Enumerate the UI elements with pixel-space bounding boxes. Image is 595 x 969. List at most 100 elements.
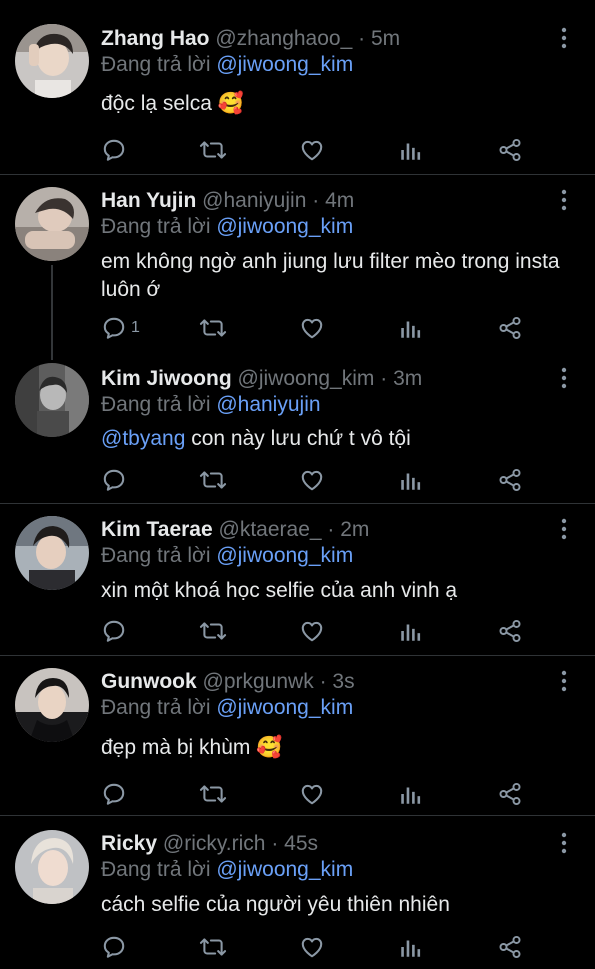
replying-to: Đang trả lời @haniyujin [101, 392, 321, 418]
avatar[interactable] [15, 187, 89, 261]
reply-button[interactable] [101, 781, 131, 807]
thread-line [51, 265, 53, 360]
retweet-icon [199, 934, 227, 960]
retweet-button[interactable] [199, 137, 227, 163]
replying-to-mention[interactable]: @haniyujin [216, 393, 320, 416]
more-options-icon[interactable] [556, 669, 572, 693]
tweet-header: Gunwook @prkgunwk · 3s [101, 669, 355, 695]
like-button[interactable] [299, 137, 325, 163]
views-button[interactable] [399, 467, 423, 493]
reply-tweet[interactable]: Ricky @ricky.rich · 45s Đang trả lời @ji… [0, 816, 595, 969]
replying-to-label: Đang trả lời [101, 393, 211, 416]
tweet-header: Kim Jiwoong @jiwoong_kim · 3m [101, 366, 422, 392]
username-handle[interactable]: @jiwoong_kim [238, 367, 375, 390]
views-button[interactable] [399, 315, 423, 341]
timestamp[interactable]: 2m [340, 518, 369, 541]
replying-to-mention[interactable]: @jiwoong_kim [216, 858, 353, 881]
views-button[interactable] [399, 618, 423, 644]
reply-button[interactable] [101, 934, 131, 960]
retweet-button[interactable] [199, 467, 227, 493]
retweet-button[interactable] [199, 781, 227, 807]
share-button[interactable] [497, 315, 523, 341]
text-mention[interactable]: @tbyang [101, 427, 185, 450]
share-button[interactable] [497, 934, 523, 960]
action-bar [101, 781, 541, 807]
action-bar: 1 [101, 315, 541, 341]
share-button[interactable] [497, 467, 523, 493]
like-button[interactable] [299, 618, 325, 644]
views-icon [399, 781, 423, 807]
replying-to: Đang trả lời @jiwoong_kim [101, 52, 353, 78]
share-button[interactable] [497, 618, 523, 644]
retweet-button[interactable] [199, 315, 227, 341]
timestamp[interactable]: 45s [284, 832, 318, 855]
timestamp[interactable]: 3m [393, 367, 422, 390]
avatar[interactable] [15, 363, 89, 437]
reply-button[interactable] [101, 618, 131, 644]
replying-to: Đang trả lời @jiwoong_kim [101, 214, 353, 240]
more-options-icon[interactable] [556, 188, 572, 212]
like-button[interactable] [299, 467, 325, 493]
retweet-button[interactable] [199, 618, 227, 644]
display-name[interactable]: Han Yujin [101, 189, 196, 212]
timestamp[interactable]: 3s [332, 670, 354, 693]
timestamp[interactable]: 4m [325, 189, 354, 212]
reply-tweet[interactable]: Kim Jiwoong @jiwoong_kim · 3m Đang trả l… [0, 353, 595, 503]
views-button[interactable] [399, 781, 423, 807]
views-button[interactable] [399, 137, 423, 163]
reply-button[interactable]: 1 [101, 315, 140, 341]
display-name[interactable]: Gunwook [101, 670, 197, 693]
more-options-icon[interactable] [556, 517, 572, 541]
share-icon [497, 618, 523, 644]
username-handle[interactable]: @ktaerae_ [219, 518, 322, 541]
reply-icon [101, 934, 127, 960]
views-button[interactable] [399, 934, 423, 960]
avatar[interactable] [15, 668, 89, 742]
reply-feed: Zhang Hao @zhanghaoo_ · 5m Đang trả lời … [0, 0, 595, 969]
timestamp[interactable]: 5m [371, 27, 400, 50]
display-name[interactable]: Kim Jiwoong [101, 367, 232, 390]
reply-tweet[interactable]: Han Yujin @haniyujin · 4m Đang trả lời @… [0, 175, 595, 360]
reply-icon [101, 781, 127, 807]
username-handle[interactable]: @haniyujin [202, 189, 306, 212]
tweet-text: độc lạ selca 🥰 [101, 90, 571, 118]
share-icon [497, 781, 523, 807]
display-name[interactable]: Zhang Hao [101, 27, 210, 50]
replying-to-mention[interactable]: @jiwoong_kim [216, 696, 353, 719]
like-button[interactable] [299, 315, 325, 341]
display-name[interactable]: Ricky [101, 832, 157, 855]
like-button[interactable] [299, 934, 325, 960]
tweet-header: Zhang Hao @zhanghaoo_ · 5m [101, 26, 400, 52]
reply-button[interactable] [101, 467, 131, 493]
tweet-text: cách selfie của người yêu thiên nhiên [101, 891, 571, 919]
reply-icon [101, 618, 127, 644]
replying-to: Đang trả lời @jiwoong_kim [101, 543, 353, 569]
more-options-icon[interactable] [556, 26, 572, 50]
reply-tweet[interactable]: Zhang Hao @zhanghaoo_ · 5m Đang trả lời … [0, 0, 595, 174]
like-button[interactable] [299, 781, 325, 807]
more-options-icon[interactable] [556, 831, 572, 855]
like-icon [299, 137, 325, 163]
reply-button[interactable] [101, 137, 131, 163]
username-handle[interactable]: @prkgunwk [203, 670, 314, 693]
more-options-icon[interactable] [556, 366, 572, 390]
reply-tweet[interactable]: Gunwook @prkgunwk · 3s Đang trả lời @jiw… [0, 656, 595, 815]
replying-to-label: Đang trả lời [101, 696, 211, 719]
share-button[interactable] [497, 781, 523, 807]
retweet-button[interactable] [199, 934, 227, 960]
text-content: đẹp mà bị khùm 🥰 [101, 736, 283, 759]
avatar[interactable] [15, 516, 89, 590]
display-name[interactable]: Kim Taerae [101, 518, 213, 541]
avatar[interactable] [15, 830, 89, 904]
avatar[interactable] [15, 24, 89, 98]
reply-tweet[interactable]: Kim Taerae @ktaerae_ · 2m Đang trả lời @… [0, 504, 595, 655]
share-button[interactable] [497, 137, 523, 163]
username-handle[interactable]: @zhanghaoo_ [215, 27, 352, 50]
views-icon [399, 137, 423, 163]
share-icon [497, 315, 523, 341]
replying-to-mention[interactable]: @jiwoong_kim [216, 544, 353, 567]
text-content: em không ngờ anh jiung lưu filter mèo tr… [101, 250, 560, 301]
replying-to-mention[interactable]: @jiwoong_kim [216, 53, 353, 76]
username-handle[interactable]: @ricky.rich [163, 832, 266, 855]
replying-to-mention[interactable]: @jiwoong_kim [216, 215, 353, 238]
